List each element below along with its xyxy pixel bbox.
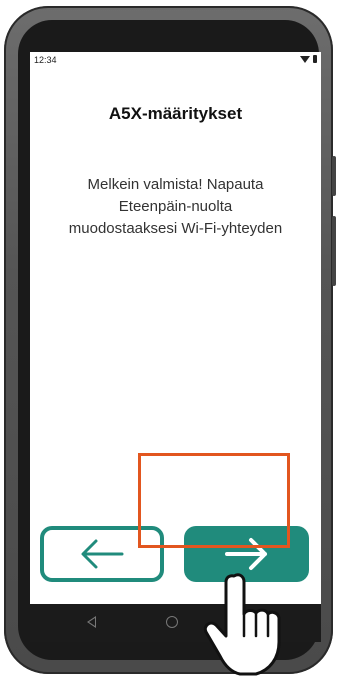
- message-line-3: muodostaaksesi Wi-Fi-yhteyden: [68, 220, 283, 237]
- message-line-1: Melkein valmista! Napauta: [87, 176, 264, 193]
- instruction-message: Melkein valmista! Napauta Eteenpäin-nuol…: [40, 174, 311, 240]
- message-line-2: Eteenpäin-nuolta: [118, 198, 233, 215]
- back-triangle-icon[interactable]: [87, 616, 96, 628]
- phone-screen: 12:34 A5X-määritykset Melkein valmista! …: [30, 52, 321, 642]
- status-icons: [300, 55, 317, 63]
- status-time: 12:34: [34, 55, 57, 65]
- home-circle-icon[interactable]: [166, 616, 178, 628]
- wifi-icon: [300, 55, 310, 63]
- status-bar: 12:34: [30, 52, 321, 68]
- battery-icon: [313, 55, 317, 63]
- phone-side-button-volume: [332, 216, 336, 286]
- phone-side-button-power: [332, 156, 336, 196]
- pointing-hand-icon: [203, 573, 281, 676]
- arrow-left-icon: [81, 539, 124, 569]
- page-title: A5X-määritykset: [108, 104, 243, 123]
- stage: 12:34 A5X-määritykset Melkein valmista! …: [0, 0, 337, 679]
- back-button[interactable]: [40, 526, 164, 582]
- arrow-right-icon: [224, 538, 267, 570]
